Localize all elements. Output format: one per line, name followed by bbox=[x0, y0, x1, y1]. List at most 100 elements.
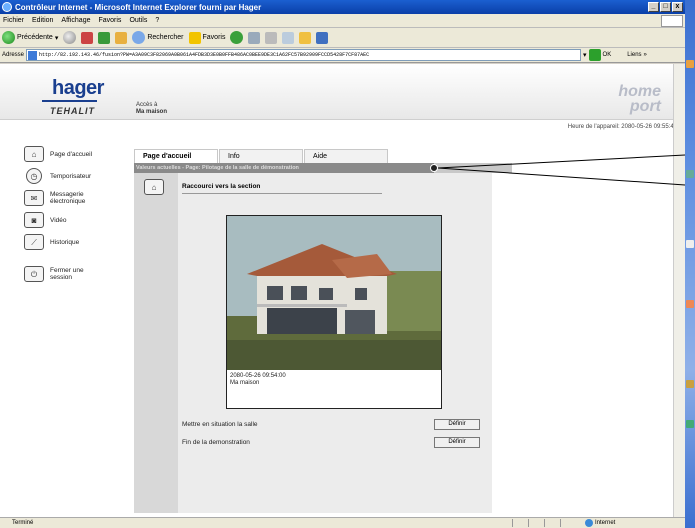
window bbox=[291, 286, 307, 300]
camera-timestamp: 2080-05-26 09:54:00 bbox=[230, 373, 286, 379]
go-button[interactable]: OK bbox=[603, 52, 612, 58]
sidebar-item-history[interactable]: ⟋ Historique bbox=[24, 232, 124, 252]
security-zone: Internet bbox=[585, 519, 615, 527]
menu-fichier[interactable]: Fichier bbox=[3, 17, 24, 24]
history-icon[interactable] bbox=[230, 31, 244, 44]
sidebar-item-label: Historique bbox=[50, 238, 80, 246]
camera-widget[interactable]: 2080-05-26 09:54:00 Ma maison bbox=[226, 215, 442, 409]
menu-edition[interactable]: Edition bbox=[32, 17, 53, 24]
logo-divider bbox=[42, 100, 97, 102]
status-cell bbox=[512, 519, 513, 527]
web-page: hager TEHALIT Accès à Ma maison home por… bbox=[0, 64, 685, 517]
sidebar-item-logout[interactable]: ⏻ Fermer une session bbox=[24, 264, 124, 284]
maximize-button[interactable]: □ bbox=[660, 2, 671, 12]
page-scrollbar[interactable] bbox=[673, 64, 685, 517]
mail-toolbar-icon[interactable] bbox=[248, 31, 261, 44]
links-button[interactable]: Liens bbox=[627, 52, 641, 58]
edit-icon[interactable] bbox=[282, 31, 295, 44]
back-dropdown-icon[interactable]: ▾ bbox=[55, 34, 59, 42]
links-chevron-icon[interactable]: » bbox=[644, 52, 647, 58]
mail-icon: ✉ bbox=[24, 190, 44, 206]
tab-help[interactable]: Aide bbox=[304, 149, 388, 163]
menu-affichage[interactable]: Affichage bbox=[61, 17, 90, 24]
sidebar-item-home[interactable]: ⌂ Page d'accueil bbox=[24, 144, 124, 164]
section-header-extension bbox=[434, 163, 512, 173]
search-icon bbox=[132, 31, 146, 44]
status-cell bbox=[544, 519, 545, 527]
go-arrow-icon[interactable] bbox=[588, 49, 601, 61]
tab-info[interactable]: Info bbox=[219, 149, 303, 163]
home-page-icon[interactable] bbox=[115, 31, 128, 44]
search-button-label: Rechercher bbox=[147, 34, 184, 41]
define-button[interactable]: Définir bbox=[434, 436, 480, 448]
page-header: hager TEHALIT Accès à Ma maison home por… bbox=[0, 64, 673, 120]
section-title: Raccourci vers la section bbox=[182, 183, 261, 190]
search-button[interactable]: Rechercher bbox=[132, 30, 184, 46]
content-icon-column: ⌂ bbox=[134, 173, 178, 513]
desktop-icon[interactable] bbox=[686, 170, 694, 178]
content-panel: Raccourci vers la section 2080-05-26 09:… bbox=[178, 173, 492, 513]
folder-icon[interactable] bbox=[299, 31, 312, 44]
minimize-button[interactable]: _ bbox=[648, 2, 659, 12]
camera-image[interactable] bbox=[227, 216, 441, 370]
chart-icon: ⟋ bbox=[24, 234, 44, 250]
window-title-bar: Contrôleur Internet - Microsoft Internet… bbox=[0, 0, 685, 14]
back-button-label: Précédente bbox=[17, 34, 53, 41]
camera-name: Ma maison bbox=[230, 380, 260, 386]
tab-bar: Page d'accueil Info Aide bbox=[134, 149, 389, 163]
balcony bbox=[257, 304, 347, 307]
define-button[interactable]: Définir bbox=[434, 418, 480, 430]
back-button[interactable]: Précédente ▾ bbox=[2, 30, 58, 46]
lower-openings bbox=[267, 308, 337, 334]
address-input[interactable]: http://82.192.143.46/fusion?PW=A3A09C3F8… bbox=[26, 49, 582, 61]
window-controls: _ □ x bbox=[648, 2, 683, 12]
close-button[interactable]: x bbox=[672, 2, 683, 12]
house-photo bbox=[227, 216, 441, 370]
desktop-icon[interactable] bbox=[686, 300, 694, 308]
sidebar-item-label: Page d'accueil bbox=[50, 150, 93, 158]
desktop-icon[interactable] bbox=[686, 420, 694, 428]
back-arrow-icon bbox=[2, 31, 15, 44]
address-dropdown-icon[interactable]: ▾ bbox=[583, 51, 587, 59]
action-row: Fin de la demonstration Définir bbox=[182, 435, 488, 449]
tehalit-logo: TEHALIT bbox=[50, 106, 95, 116]
page-icon bbox=[28, 51, 38, 60]
desktop-icon[interactable] bbox=[686, 240, 694, 248]
forward-button[interactable] bbox=[63, 31, 77, 44]
messenger-icon[interactable] bbox=[316, 31, 329, 44]
menu-bar: Fichier Edition Affichage Favoris Outils… bbox=[0, 14, 685, 28]
windows-flag-icon bbox=[661, 15, 683, 27]
section-title-divider bbox=[182, 193, 382, 194]
star-icon bbox=[188, 31, 201, 44]
action-label: Fin de la demonstration bbox=[182, 438, 250, 446]
status-cell bbox=[560, 519, 561, 527]
menu-favoris[interactable]: Favoris bbox=[98, 17, 121, 24]
access-line-2: Ma maison bbox=[136, 109, 168, 115]
favorites-button[interactable]: Favoris bbox=[188, 30, 225, 46]
menu-help[interactable]: ? bbox=[155, 17, 159, 24]
status-text: Terminé bbox=[12, 520, 34, 526]
foreground bbox=[227, 340, 441, 370]
sidebar-item-video[interactable]: ◙ Vidéo bbox=[24, 210, 124, 230]
homeport-logo: home port bbox=[618, 84, 661, 115]
desktop-icon[interactable] bbox=[686, 380, 694, 388]
menu-outils[interactable]: Outils bbox=[129, 17, 147, 24]
window bbox=[355, 288, 367, 300]
window-title: Contrôleur Internet - Microsoft Internet… bbox=[15, 2, 262, 12]
action-label: Mettre en situation la salle bbox=[182, 420, 258, 428]
sidebar-item-label: Fermer une session bbox=[50, 267, 84, 281]
tab-home[interactable]: Page d'accueil bbox=[134, 149, 218, 163]
sidebar-item-timer[interactable]: ◷ Temporisateur bbox=[24, 166, 124, 186]
garage bbox=[345, 310, 375, 334]
zone-label: Internet bbox=[595, 520, 616, 526]
sidebar-item-email[interactable]: ✉ Messagerie électronique bbox=[24, 188, 124, 208]
sidebar-item-label: Messagerie électronique bbox=[50, 191, 86, 205]
section-close-icon[interactable] bbox=[430, 164, 438, 172]
desktop-icon[interactable] bbox=[686, 60, 694, 68]
sidebar-item-label: Temporisateur bbox=[50, 172, 92, 180]
stop-icon[interactable] bbox=[81, 31, 94, 44]
refresh-icon[interactable] bbox=[98, 31, 111, 44]
camera-icon: ◙ bbox=[24, 212, 44, 228]
address-bar: Adresse http://82.192.143.46/fusion?PW=A… bbox=[0, 48, 685, 63]
print-icon[interactable] bbox=[265, 31, 278, 44]
